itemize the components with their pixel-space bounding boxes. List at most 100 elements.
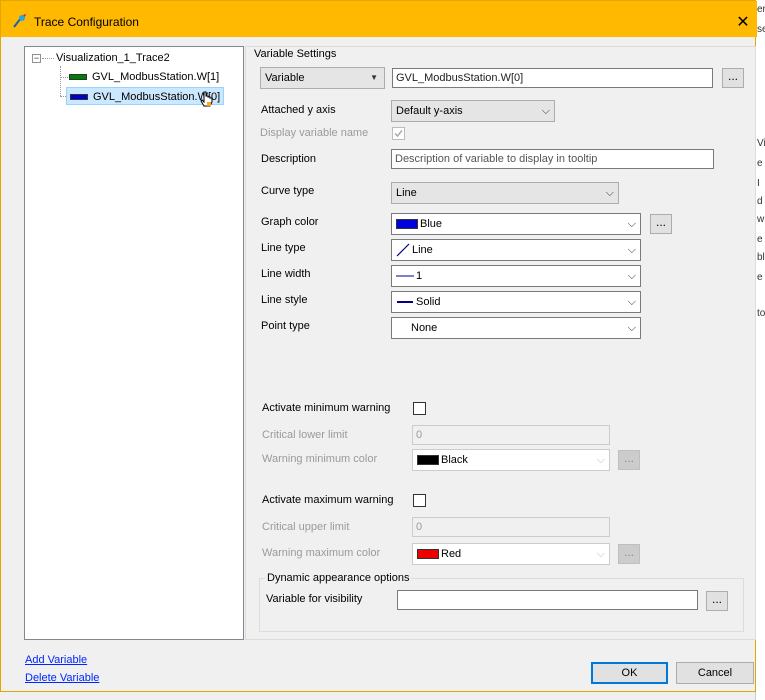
bg-text: se <box>757 24 765 35</box>
color-swatch-icon <box>70 94 88 101</box>
curve-type-select[interactable]: Line ⌵ <box>391 182 619 204</box>
trace-configuration-dialog: Trace Configuration ✕ − Visualization_1_… <box>0 0 757 692</box>
color-swatch-icon <box>417 455 439 466</box>
warning-max-color-label: Warning maximum color <box>262 547 381 559</box>
bg-text: e <box>757 234 763 245</box>
variable-for-visibility-label: Variable for visibility <box>266 593 363 605</box>
title-bar[interactable]: Trace Configuration ✕ <box>1 1 757 37</box>
tree-root-label: Visualization_1_Trace2 <box>56 52 170 64</box>
warning-max-color-more-button[interactable]: ... <box>618 544 640 564</box>
collapse-icon[interactable]: − <box>32 54 41 63</box>
tree-item-label: GVL_ModbusStation.W[1] <box>92 71 220 83</box>
curve-type-label: Curve type <box>261 185 315 197</box>
point-type-select[interactable]: None ⌵ <box>391 317 641 339</box>
display-variable-name-checkbox[interactable] <box>392 127 405 140</box>
attached-y-axis-label: Attached y axis <box>261 104 336 116</box>
color-swatch-icon <box>417 549 439 560</box>
combo-value: Variable <box>265 72 305 84</box>
window-title: Trace Configuration <box>34 15 139 29</box>
chevron-down-icon: ⌵ <box>605 187 614 199</box>
chevron-down-icon: ⌵ <box>627 218 636 230</box>
bg-text: d <box>757 196 763 207</box>
bg-text: er <box>757 4 765 15</box>
line-width-select[interactable]: 1 ⌵ <box>391 265 641 287</box>
description-label: Description <box>261 153 317 165</box>
cancel-button[interactable]: Cancel <box>676 662 754 684</box>
activate-min-warning-checkbox[interactable] <box>413 402 426 415</box>
diagonal-line-icon <box>396 243 410 257</box>
bg-text: e <box>757 158 763 169</box>
trace-app-icon <box>13 14 26 28</box>
combo-value: Black <box>441 454 468 466</box>
line-type-select[interactable]: Line ⌵ <box>391 239 641 261</box>
attached-y-axis-select[interactable]: Default y-axis ⌵ <box>391 100 555 122</box>
chevron-down-icon: ⌵ <box>627 296 636 308</box>
add-variable-link[interactable]: Add Variable <box>25 654 87 666</box>
tree-root[interactable]: Visualization_1_Trace2 <box>56 49 170 67</box>
bg-text: bl <box>757 252 765 263</box>
browse-variable-button[interactable]: ... <box>722 68 744 88</box>
combo-value: Solid <box>416 296 441 308</box>
variable-for-visibility-input[interactable] <box>397 590 698 610</box>
solid-line-icon <box>397 301 413 304</box>
bg-text: to <box>757 308 765 319</box>
color-swatch-icon <box>396 219 418 230</box>
tree-connector <box>42 58 54 59</box>
delete-variable-link[interactable]: Delete Variable <box>25 672 99 684</box>
combo-value: Red <box>441 548 462 560</box>
chevron-down-icon: ⌵ <box>627 270 636 282</box>
close-icon: ✕ <box>736 14 750 31</box>
graph-color-select[interactable]: Blue ⌵ <box>391 213 641 235</box>
cursor-hand-icon <box>200 91 213 107</box>
chevron-down-icon: ⌵ <box>541 105 550 117</box>
dynamic-appearance-title: Dynamic appearance options <box>265 572 412 584</box>
chevron-down-icon: ⌵ <box>627 322 636 334</box>
description-input[interactable]: Description of variable to display in to… <box>391 149 714 169</box>
critical-upper-limit-input[interactable]: 0 <box>412 517 610 537</box>
graph-color-label-text: Graph color <box>261 216 319 228</box>
warning-min-color-select[interactable]: Black ⌵ <box>412 449 610 471</box>
activate-min-warning-label: Activate minimum warning <box>262 402 391 414</box>
critical-upper-limit-label: Critical upper limit <box>262 521 350 533</box>
bg-text: w <box>757 214 765 225</box>
variable-name-input[interactable]: GVL_ModbusStation.W[0] <box>392 68 713 88</box>
line-type-label: Line type <box>261 242 306 254</box>
visibility-browse-button[interactable]: ... <box>706 591 728 611</box>
critical-lower-limit-label: Critical lower limit <box>262 429 348 441</box>
variable-settings-title: Variable Settings <box>254 48 340 60</box>
combo-value: Line <box>412 244 433 256</box>
variable-tree[interactable]: − Visualization_1_Trace2 GVL_ModbusStati… <box>24 46 244 640</box>
line-width-label: Line width <box>261 268 311 280</box>
combo-value: Line <box>396 187 417 199</box>
combo-value: 1 <box>416 270 423 282</box>
point-type-label: Point type <box>261 320 310 332</box>
checkmark-icon <box>394 130 403 138</box>
line-style-select[interactable]: Solid ⌵ <box>391 291 641 313</box>
tree-connector <box>60 77 68 78</box>
variable-type-combo[interactable]: Variable ▼ <box>260 67 385 89</box>
chevron-down-icon: ⌵ <box>596 548 605 560</box>
display-variable-name-label: Display variable name <box>260 127 369 139</box>
ok-button[interactable]: OK <box>591 662 668 684</box>
background-app-strip: er se Vi e I d w e bl e to <box>755 0 765 700</box>
tree-connector <box>60 66 61 96</box>
line-style-label: Line style <box>261 294 308 306</box>
activate-max-warning-label: Activate maximum warning <box>262 494 394 506</box>
warning-min-color-more-button[interactable]: ... <box>618 450 640 470</box>
critical-lower-limit-input[interactable]: 0 <box>412 425 610 445</box>
chevron-down-icon: ⌵ <box>627 244 636 256</box>
bg-text: Vi <box>757 138 765 149</box>
dropdown-arrow-icon: ▼ <box>370 73 378 82</box>
warning-max-color-select[interactable]: Red ⌵ <box>412 543 610 565</box>
combo-value: None <box>411 322 438 334</box>
chevron-down-icon: ⌵ <box>596 454 605 466</box>
color-swatch-icon <box>69 74 87 81</box>
graph-color-label: Graph color <box>261 216 318 228</box>
graph-color-more-button[interactable]: ... <box>650 214 672 234</box>
thin-line-icon <box>396 275 414 277</box>
close-button[interactable]: ✕ <box>729 9 757 35</box>
bg-text: e <box>757 272 763 283</box>
tree-item-w1[interactable]: GVL_ModbusStation.W[1] <box>69 68 219 86</box>
activate-max-warning-checkbox[interactable] <box>413 494 426 507</box>
warning-min-color-label: Warning minimum color <box>262 453 378 465</box>
